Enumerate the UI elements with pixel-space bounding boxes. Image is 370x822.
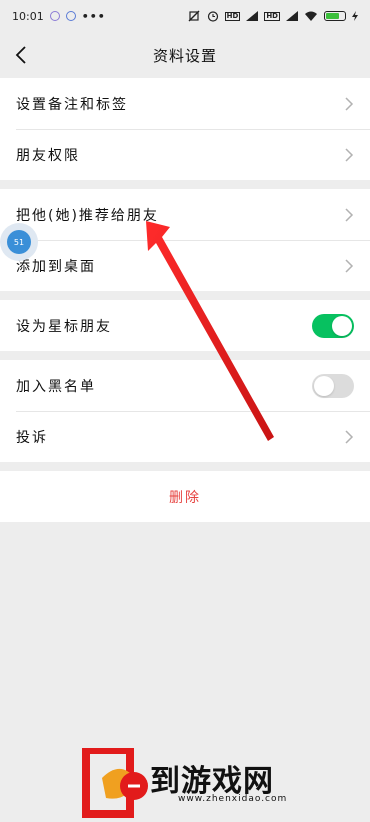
friend-permissions-label: 朋友权限 — [16, 147, 80, 164]
delete-label: 删除 — [169, 489, 201, 506]
signal-icon — [246, 11, 259, 21]
alarm-icon — [207, 11, 218, 22]
chevron-right-icon — [345, 96, 354, 111]
shield-icon — [65, 11, 76, 21]
chevron-right-icon — [345, 207, 354, 222]
no-sim-icon — [188, 10, 200, 22]
settings-group-delete: 删除 — [0, 471, 370, 522]
chevron-right-icon — [345, 147, 354, 162]
watermark-url: www.zhenxidao.com — [178, 794, 288, 804]
toggle-knob — [314, 375, 334, 396]
back-button[interactable] — [6, 40, 36, 70]
status-bar-right: HD HD — [187, 10, 358, 22]
delete-button[interactable]: 删除 — [0, 471, 370, 522]
floating-assistant-bubble[interactable]: 51 — [0, 223, 38, 261]
notification-icon — [49, 11, 60, 21]
blacklist-toggle[interactable] — [312, 373, 354, 398]
profile-settings-screen: 10:01 ••• HD HD 资料设置 设置备注和标签 朋友权限 把他(她)推… — [0, 0, 370, 822]
signal-hd-icon: HD — [224, 11, 241, 21]
battery-icon — [324, 11, 346, 21]
charging-icon — [352, 11, 358, 21]
settings-group-remarks: 设置备注和标签 朋友权限 — [0, 78, 370, 180]
toggle-knob — [332, 315, 352, 336]
title-bar: 资料设置 — [0, 32, 370, 78]
red-arrow-annotation — [146, 221, 274, 441]
set-remarks-and-tags-label: 设置备注和标签 — [16, 96, 128, 113]
set-remarks-and-tags-item[interactable]: 设置备注和标签 — [0, 78, 370, 129]
site-watermark: 到游戏网 www.zhenxidao.com — [0, 742, 370, 822]
wifi-icon — [305, 11, 317, 21]
more-notifications-icon: ••• — [81, 9, 106, 23]
floating-bubble-icon: 51 — [7, 230, 31, 254]
status-bar-left: 10:01 ••• — [12, 10, 106, 23]
battery-level — [326, 13, 339, 19]
chevron-right-icon — [345, 258, 354, 273]
signal-hd-icon-2: HD — [264, 11, 280, 21]
friend-permissions-item[interactable]: 朋友权限 — [0, 129, 370, 180]
page-title: 资料设置 — [152, 46, 217, 65]
status-bar: 10:01 ••• HD HD — [0, 0, 370, 32]
chevron-right-icon — [345, 429, 354, 444]
signal-icon-2 — [286, 11, 298, 21]
star-friend-toggle[interactable] — [312, 313, 354, 338]
status-time: 10:01 — [12, 9, 44, 23]
back-arrow-icon — [15, 46, 26, 64]
